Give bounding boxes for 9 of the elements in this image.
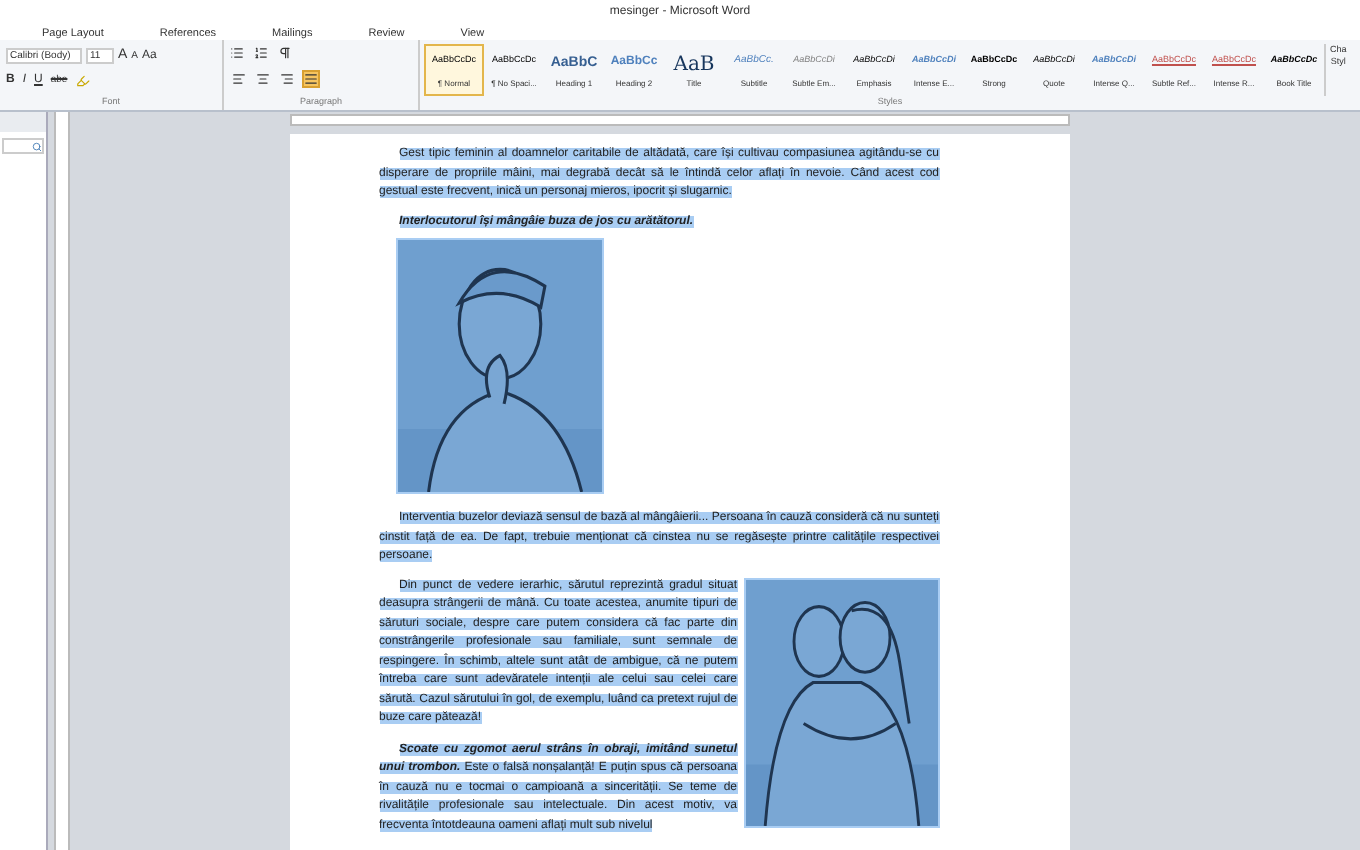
align-button[interactable] <box>278 69 296 88</box>
search-icon[interactable] <box>32 141 42 151</box>
numbering-icon[interactable] <box>254 46 268 60</box>
align-button[interactable] <box>230 69 248 88</box>
pilcrow-icon[interactable] <box>278 46 292 60</box>
align-button[interactable] <box>302 69 320 88</box>
align-button[interactable] <box>254 69 272 88</box>
search-field[interactable] <box>2 138 44 154</box>
bullets-icon[interactable] <box>230 46 244 60</box>
